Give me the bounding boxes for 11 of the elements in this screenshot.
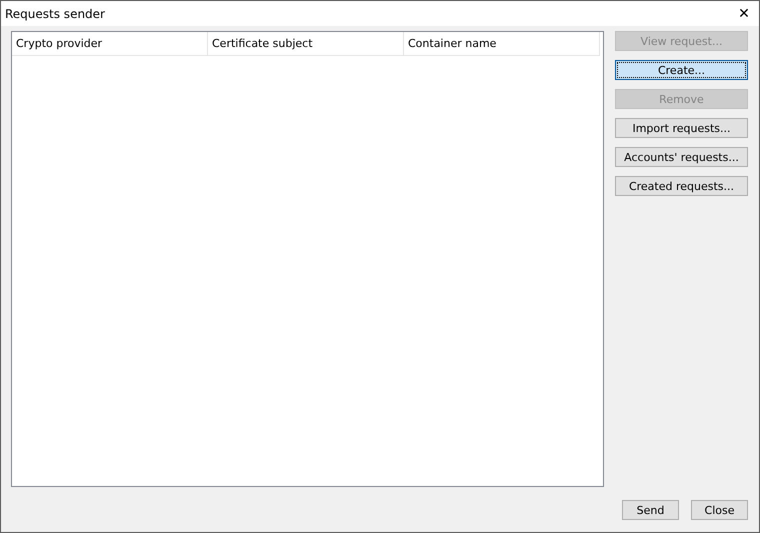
column-header[interactable]: Container name bbox=[404, 32, 600, 56]
close-button[interactable]: ✕ bbox=[729, 1, 759, 26]
dialog-button[interactable]: Accounts' requests... bbox=[615, 147, 748, 167]
dialog-button[interactable]: Create... bbox=[615, 60, 748, 80]
dialog-button[interactable]: Close bbox=[691, 500, 748, 520]
dialog-button[interactable]: Import requests... bbox=[615, 118, 748, 138]
window-title: Requests sender bbox=[5, 6, 105, 20]
dialog-button[interactable]: Send bbox=[622, 500, 679, 520]
column-header[interactable]: Crypto provider bbox=[12, 32, 208, 56]
column-header[interactable]: Certificate subject bbox=[208, 32, 404, 56]
dialog-button[interactable]: Created requests... bbox=[615, 176, 748, 196]
